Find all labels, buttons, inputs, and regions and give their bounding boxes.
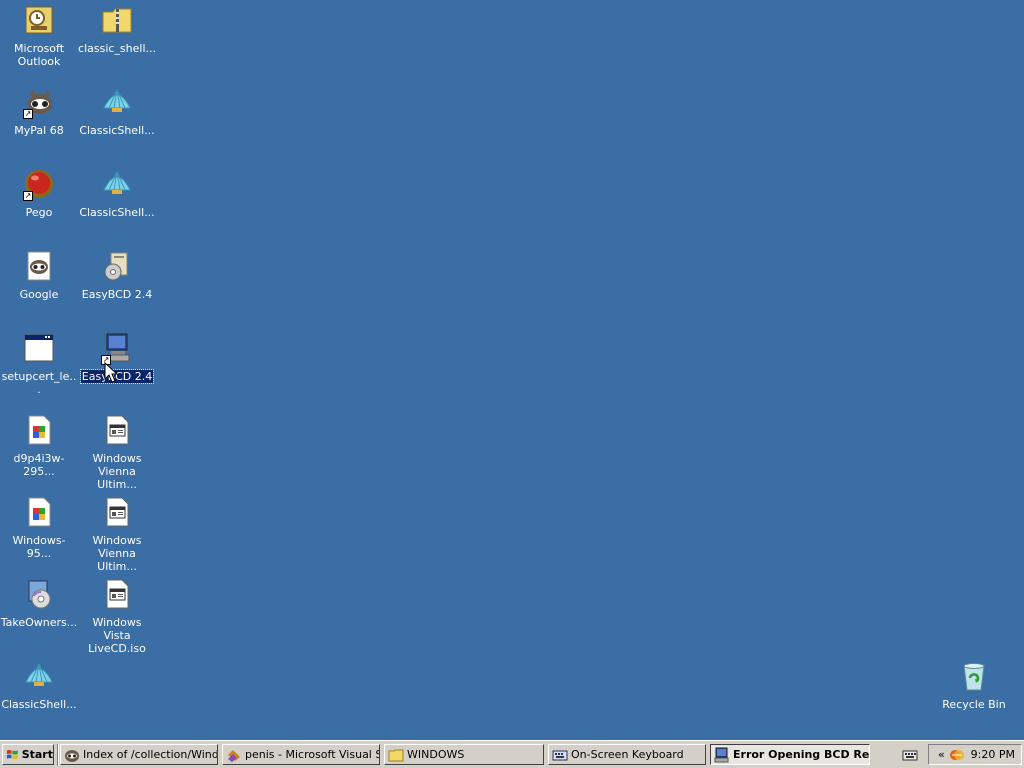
task-label: penis - Microsoft Visual S...	[245, 748, 380, 761]
task-label: WINDOWS	[407, 748, 465, 761]
desktop-icon-microsoft-outlook[interactable]: Microsoft Outlook	[0, 3, 78, 68]
keyboard-icon	[552, 750, 568, 760]
recycle-bin-icon	[957, 659, 991, 693]
desktop-icon-label: Recycle Bin	[942, 698, 1006, 711]
task-button-visual-studio[interactable]: penis - Microsoft Visual S...	[222, 744, 380, 765]
task-button-windows-folder[interactable]: WINDOWS	[384, 744, 544, 765]
installer-icon	[100, 249, 134, 283]
iso-file-icon	[100, 413, 134, 447]
desktop-icon-windows-vienna-2[interactable]: Windows Vienna Ultim...	[78, 495, 156, 573]
desktop-icon-classicshell-1[interactable]: ClassicShell...	[78, 85, 156, 137]
desktop-icon-label: Windows Vienna Ultim...	[92, 534, 142, 573]
task-button-on-screen-keyboard[interactable]: On-Screen Keyboard	[548, 744, 706, 765]
image-file-icon	[22, 413, 56, 447]
task-label: On-Screen Keyboard	[571, 748, 684, 761]
desktop-icon-label: EasyBCD 2.4	[81, 288, 153, 301]
start-label: Start	[21, 748, 53, 761]
desktop-icon-setupcert[interactable]: setupcert_le...	[0, 331, 78, 396]
computer-shortcut-icon: ↗	[100, 331, 134, 365]
error-app-icon	[714, 747, 729, 762]
windows-flag-icon	[6, 749, 18, 759]
task-label: Index of /collection/Wind...	[83, 748, 218, 761]
folder-icon	[388, 749, 404, 761]
desktop-icon-mypal[interactable]: ↗ MyPal 68	[0, 85, 78, 137]
desktop-icon-label: Windows-95...	[12, 534, 66, 560]
shortcut-arrow-icon: ↗	[23, 109, 33, 119]
desktop-icon-label: Windows Vienna Ultim...	[92, 452, 142, 491]
desktop-icon-pego[interactable]: ↗ Pego	[0, 167, 78, 219]
shell-icon	[22, 659, 56, 693]
shortcut-arrow-icon: ↗	[23, 191, 33, 201]
browser-icon	[65, 749, 79, 762]
image-file-icon	[22, 495, 56, 529]
mypal-raccoon-icon: ↗	[22, 85, 56, 119]
desktop-icon-label: Windows Vista LiveCD.iso	[88, 616, 146, 655]
desktop-icon-label: d9p4i3w-295...	[13, 452, 65, 478]
desktop-icon-label: ClassicShell...	[79, 124, 155, 137]
desktop-icon-label: Google	[19, 288, 59, 301]
desktop-icon-easybcd-installer[interactable]: EasyBCD 2.4	[78, 249, 156, 301]
visual-studio-icon	[228, 749, 240, 762]
pego-red-ball-icon: ↗	[22, 167, 56, 201]
desktop-icon-label: MyPal 68	[14, 124, 64, 137]
taskbar: Start Index of /collection/Wind... penis…	[0, 740, 1024, 768]
desktop-icon-label: setupcert_le...	[1, 370, 77, 396]
desktop-icon-d9p4i3w[interactable]: d9p4i3w-295...	[0, 413, 78, 478]
desktop-icon-windows-vienna-1[interactable]: Windows Vienna Ultim...	[78, 413, 156, 491]
desktop-icon-label: ClassicShell...	[79, 206, 155, 219]
iso-file-icon	[100, 577, 134, 611]
desktop: Microsoft Outlook ↗ MyPal 68 ↗ Pego Goog…	[0, 0, 1024, 740]
task-button-index-of-collection[interactable]: Index of /collection/Wind...	[60, 744, 218, 765]
application-window-icon	[22, 331, 56, 365]
shell-icon	[100, 167, 134, 201]
desktop-icon-classicshell-3[interactable]: ClassicShell...	[0, 659, 78, 711]
desktop-icon-windows-95[interactable]: Windows-95...	[0, 495, 78, 560]
desktop-icon-label: TakeOwners...	[0, 616, 78, 629]
network-tray-icon[interactable]	[949, 748, 965, 762]
desktop-icon-classic-shell-zip[interactable]: classic_shell...	[78, 3, 156, 55]
raccoon-document-icon	[22, 249, 56, 283]
tray-expand-chevron[interactable]: «	[938, 748, 945, 761]
installer-cd-icon	[22, 577, 56, 611]
system-tray: « 9:20 PM	[928, 744, 1022, 765]
keyboard-tray-icon[interactable]	[902, 748, 918, 762]
mouse-cursor-icon	[104, 362, 118, 383]
desktop-icon-classicshell-2[interactable]: ClassicShell...	[78, 167, 156, 219]
outlook-icon	[22, 3, 56, 37]
task-button-error-opening-bcd[interactable]: Error Opening BCD Re...	[710, 744, 870, 765]
desktop-icon-recycle-bin[interactable]: Recycle Bin	[935, 659, 1013, 711]
task-label: Error Opening BCD Re...	[733, 748, 870, 761]
iso-file-icon	[100, 495, 134, 529]
desktop-icon-google[interactable]: Google	[0, 249, 78, 301]
shell-icon	[100, 85, 134, 119]
desktop-icon-label: ClassicShell...	[1, 698, 77, 711]
taskbar-separator	[57, 744, 59, 766]
zip-folder-icon	[100, 3, 134, 37]
desktop-icon-label: classic_shell...	[78, 42, 156, 55]
desktop-icon-label: Microsoft Outlook	[13, 42, 65, 68]
desktop-icon-windows-vista-livecd[interactable]: Windows Vista LiveCD.iso	[78, 577, 156, 655]
desktop-icon-label: Pego	[25, 206, 53, 219]
desktop-icon-takeowners[interactable]: TakeOwners...	[0, 577, 78, 629]
clock[interactable]: 9:20 PM	[971, 748, 1015, 761]
start-button[interactable]: Start	[2, 744, 54, 765]
